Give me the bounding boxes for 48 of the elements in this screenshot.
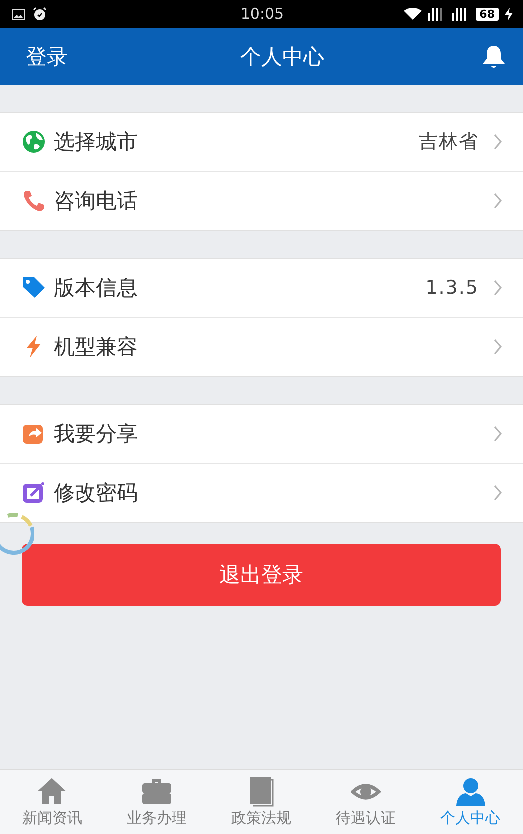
tab-label: 新闻资讯 <box>22 808 82 828</box>
menu-label: 咨询电话 <box>54 188 139 215</box>
bell-icon[interactable] <box>481 44 507 70</box>
wifi-icon <box>404 8 422 20</box>
briefcase-icon <box>142 776 172 806</box>
tab-label: 政策法规 <box>231 808 292 828</box>
login-button[interactable]: 登录 <box>26 42 68 70</box>
page-title: 个人中心 <box>240 44 324 70</box>
image-icon <box>12 8 25 20</box>
chevron-right-icon <box>493 426 503 442</box>
tab-item[interactable]: 政策法规 <box>216 776 306 828</box>
share-icon <box>22 422 46 446</box>
charging-icon <box>504 8 513 20</box>
menu-label: 选择城市 <box>54 129 139 156</box>
menu-item[interactable]: 版本信息 1.3.5 <box>0 259 523 317</box>
chevron-right-icon <box>493 280 503 296</box>
menu-item[interactable]: 修改密码 <box>0 463 523 522</box>
clock-time: 10:05 <box>240 5 284 23</box>
tab-item[interactable]: 个人中心 <box>426 776 516 828</box>
tab-item[interactable]: 新闻资讯 <box>7 776 98 828</box>
menu-item[interactable]: 我要分享 <box>0 405 523 463</box>
battery-level: 68 <box>476 8 499 20</box>
alarm-icon <box>33 7 47 21</box>
menu-label: 我要分享 <box>54 421 139 448</box>
globe-icon <box>22 130 46 154</box>
tab-item[interactable]: 待遇认证 <box>321 776 412 828</box>
tab-label: 待遇认证 <box>336 808 396 828</box>
edit-icon <box>22 481 46 505</box>
menu-item[interactable]: 咨询电话 <box>0 171 523 230</box>
person-icon <box>456 776 486 806</box>
chevron-right-icon <box>493 339 503 355</box>
tab-label: 个人中心 <box>440 808 501 828</box>
chevron-right-icon <box>493 193 503 209</box>
menu-label: 机型兼容 <box>54 334 139 361</box>
menu-item[interactable]: 选择城市 吉林省 <box>0 113 523 171</box>
menu-label: 版本信息 <box>54 275 139 302</box>
logout-button[interactable]: 退出登录 <box>22 544 501 606</box>
chevron-right-icon <box>493 134 503 150</box>
tab-label: 业务办理 <box>126 808 187 828</box>
menu-value: 吉林省 <box>419 130 479 155</box>
home-icon <box>37 776 68 806</box>
tag-icon <box>22 276 46 300</box>
tab-item[interactable]: 业务办理 <box>112 776 202 828</box>
phone-icon <box>22 189 46 213</box>
menu-item[interactable]: 机型兼容 <box>0 317 523 376</box>
menu-label: 修改密码 <box>54 480 139 507</box>
menu-value: 1.3.5 <box>426 277 479 299</box>
chevron-right-icon <box>493 485 503 501</box>
